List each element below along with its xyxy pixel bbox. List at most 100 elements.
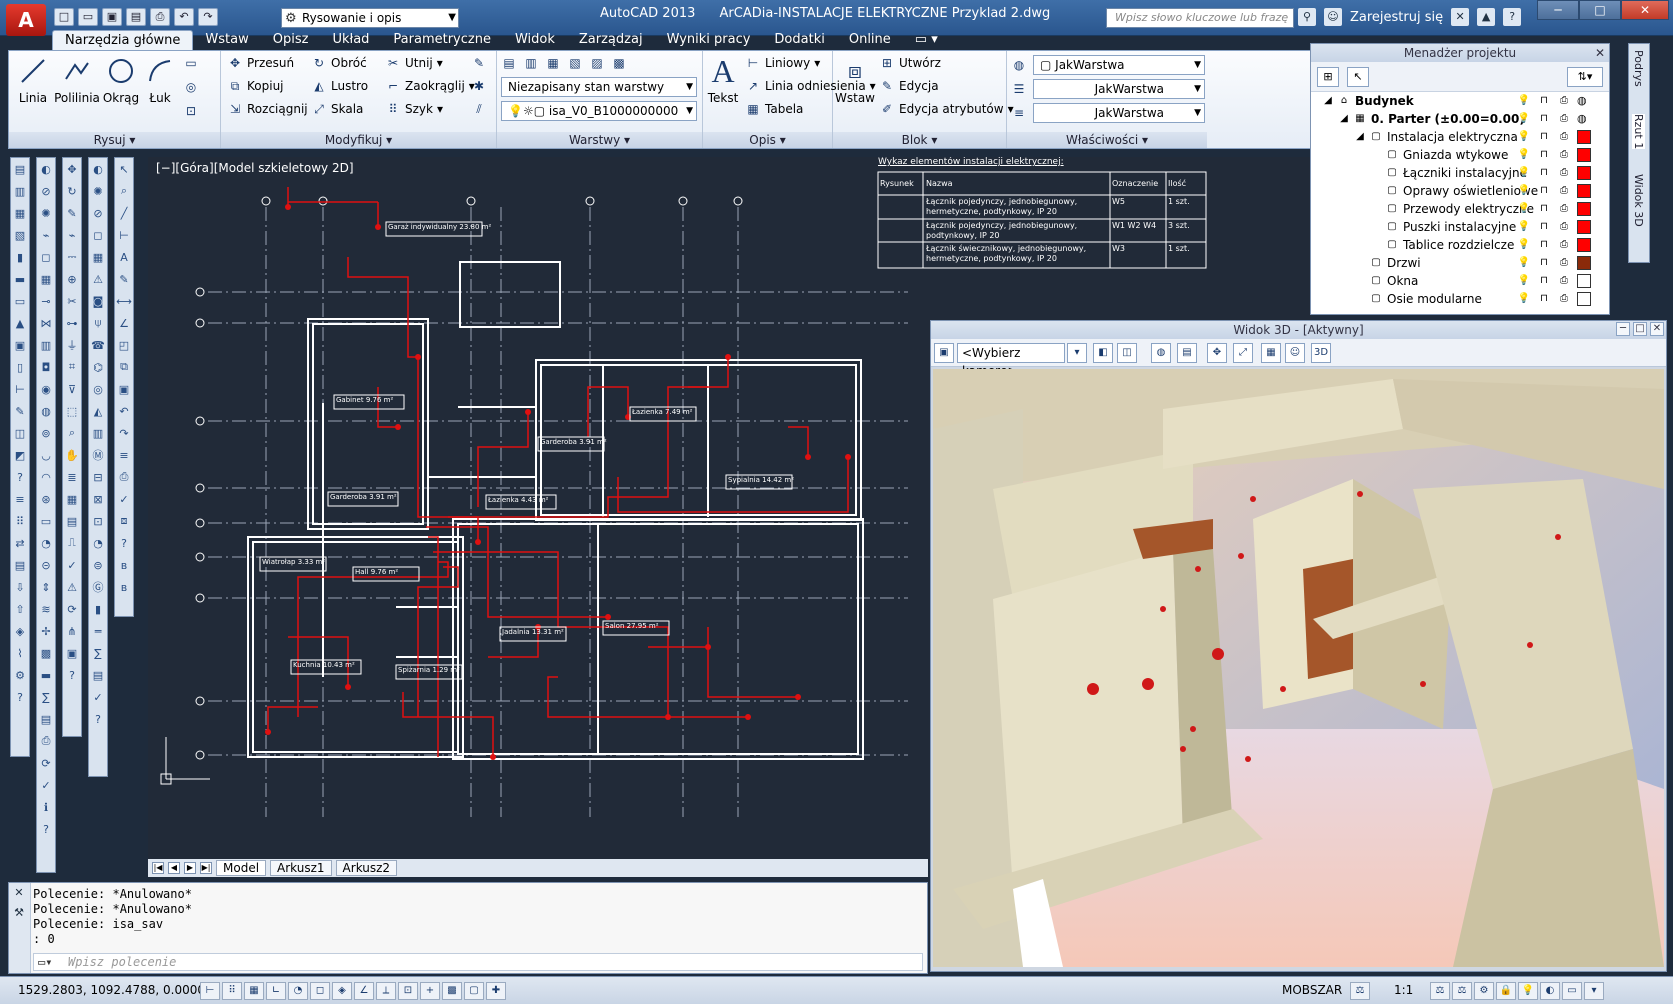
- expand-icon[interactable]: ◢: [1337, 112, 1351, 126]
- tree-item[interactable]: ▢ Tablice rozdzielcze 💡 ⊓ ⎙: [1311, 236, 1609, 254]
- visibility-bulb-icon[interactable]: 💡: [1517, 238, 1531, 252]
- sc-toggle[interactable]: ✚: [486, 982, 506, 1000]
- info-icon[interactable]: ℹ: [37, 796, 55, 818]
- scale-button[interactable]: ⤢ Skala: [311, 101, 363, 117]
- triangle-icon[interactable]: ▲: [1477, 8, 1496, 26]
- render-icon[interactable]: ◈: [11, 620, 29, 642]
- tab-layout[interactable]: Układ: [320, 30, 381, 50]
- drain-icon[interactable]: ⊝: [37, 554, 55, 576]
- layer-states-icon[interactable]: ▥: [523, 55, 539, 71]
- tab-annotate[interactable]: Opisz: [261, 30, 321, 50]
- dim-icon[interactable]: ⊢: [115, 224, 133, 246]
- tree-item[interactable]: ◢ ⌂ Budynek 💡 ⊓ ⎙ ◍: [1311, 92, 1609, 110]
- lock-icon[interactable]: ⊓: [1537, 112, 1551, 126]
- render-icon[interactable]: ▣: [934, 343, 954, 363]
- refresh-icon[interactable]: ⟳: [63, 598, 81, 620]
- radiator-icon[interactable]: ▥: [37, 334, 55, 356]
- tab-online[interactable]: Online: [837, 30, 903, 50]
- warning-icon[interactable]: ⚠: [63, 576, 81, 598]
- save-as-icon[interactable]: ▤: [126, 8, 146, 26]
- ups-icon[interactable]: ▮: [89, 598, 107, 620]
- panel-draw-title[interactable]: Rysuj ▾: [9, 132, 220, 148]
- grid-icon[interactable]: ⠿: [11, 510, 29, 532]
- workspace-gear-icon[interactable]: ⚙: [1474, 982, 1494, 1000]
- snapshot-icon[interactable]: ▦: [1261, 343, 1281, 363]
- lock-icon[interactable]: ⊓: [1537, 184, 1551, 198]
- block-icon[interactable]: ⧈: [115, 510, 133, 532]
- antenna-icon[interactable]: ⍦: [89, 312, 107, 334]
- color-swatch[interactable]: ◍: [1577, 112, 1591, 126]
- visibility-bulb-icon[interactable]: 💡: [1517, 148, 1531, 162]
- lineweight-toggle[interactable]: +: [420, 982, 440, 1000]
- color-swatch[interactable]: [1577, 166, 1591, 180]
- print-icon[interactable]: ⎙: [115, 466, 133, 488]
- paste-icon[interactable]: ▣: [115, 378, 133, 400]
- view-mode-icon[interactable]: ◧: [1093, 343, 1113, 363]
- tree-item[interactable]: ▢ Drzwi 💡 ⊓ ⎙: [1311, 254, 1609, 272]
- motor-icon[interactable]: Ⓜ: [89, 444, 107, 466]
- lineweight-icon-button[interactable]: ≡: [1011, 105, 1027, 121]
- lock-icon[interactable]: ⊓: [1537, 274, 1551, 288]
- layer-state-select[interactable]: Niezapisany stan warstwy ▼: [501, 77, 697, 97]
- layer-previous-icon[interactable]: ▧: [567, 55, 583, 71]
- insert-block-button[interactable]: ⧈ Wstaw: [835, 55, 875, 106]
- tab-view[interactable]: Widok: [503, 30, 567, 50]
- pen-icon[interactable]: ✎: [115, 268, 133, 290]
- snap-toggle[interactable]: ⠿: [222, 982, 242, 1000]
- mirror-button[interactable]: ◭ Lustro: [311, 78, 368, 94]
- layer-icon[interactable]: ≡: [11, 488, 29, 510]
- color-swatch[interactable]: [1577, 238, 1591, 252]
- expand-icon[interactable]: [1369, 166, 1383, 180]
- zoom-icon[interactable]: ⤢: [1233, 343, 1253, 363]
- transparency-toggle[interactable]: ▩: [442, 982, 462, 1000]
- calc-icon[interactable]: ∑: [89, 642, 107, 664]
- tab-sheet1[interactable]: Arkusz1: [270, 860, 332, 876]
- view-options-button[interactable]: ⇅▾: [1567, 67, 1603, 87]
- pan-icon[interactable]: ✋: [63, 444, 81, 466]
- layer-properties-icon[interactable]: ▤: [501, 55, 517, 71]
- maximize-button[interactable]: □: [1633, 322, 1647, 336]
- bulb-icon[interactable]: 💡: [1518, 982, 1538, 1000]
- 3d-icon[interactable]: 3D: [1311, 343, 1331, 363]
- column-icon[interactable]: ▮: [11, 246, 29, 268]
- cable-icon[interactable]: ⌁: [37, 224, 55, 246]
- wall-icon[interactable]: ▤: [11, 158, 29, 180]
- shower-icon[interactable]: ⊛: [37, 488, 55, 510]
- beam-icon[interactable]: ▬: [11, 268, 29, 290]
- copy-icon[interactable]: ⧉: [115, 356, 133, 378]
- cursor-icon[interactable]: ↖: [115, 158, 133, 180]
- network-icon[interactable]: ⌬: [89, 356, 107, 378]
- tree-item[interactable]: ▢ Osie modularne 💡 ⊓ ⎙: [1311, 290, 1609, 308]
- lock-icon[interactable]: ⊓: [1537, 148, 1551, 162]
- minimize-button[interactable]: ─: [1537, 0, 1579, 20]
- layers-icon[interactable]: ≣: [63, 466, 81, 488]
- help-icon[interactable]: ?: [89, 708, 107, 730]
- window-icon[interactable]: ▦: [11, 202, 29, 224]
- select-icon[interactable]: ⬚: [63, 400, 81, 422]
- color-swatch[interactable]: [1577, 184, 1591, 198]
- calc-icon[interactable]: ∑: [37, 686, 55, 708]
- breaker-icon[interactable]: ⊠: [89, 488, 107, 510]
- circuit-icon[interactable]: ⎓: [63, 246, 81, 268]
- camera-dropdown-icon[interactable]: ▾: [1067, 343, 1087, 363]
- side-tab-rzut[interactable]: Rzut 1: [1632, 114, 1645, 150]
- color-swatch[interactable]: [1577, 292, 1591, 306]
- printer-icon[interactable]: ⎙: [1557, 184, 1571, 198]
- visibility-bulb-icon[interactable]: 💡: [1517, 220, 1531, 234]
- explode-button[interactable]: ✱: [471, 78, 487, 94]
- tree-item[interactable]: ▢ Oprawy oświetleniowe 💡 ⊓ ⎙: [1311, 182, 1609, 200]
- expand-icon[interactable]: [1353, 274, 1367, 288]
- polar-toggle[interactable]: ◔: [288, 982, 308, 1000]
- stairs-icon[interactable]: ▧: [11, 224, 29, 246]
- workspace-select[interactable]: ⚙ Rysowanie i opis ▼: [281, 8, 459, 28]
- label-icon[interactable]: ✎: [11, 400, 29, 422]
- user-icon[interactable]: ☺: [1324, 8, 1342, 26]
- layer-icon[interactable]: ≡: [115, 444, 133, 466]
- tree-item[interactable]: ◢ ▢ Instalacja elektryczna 💡 ⊓ ⎙: [1311, 128, 1609, 146]
- redo-icon[interactable]: ↷: [198, 8, 218, 26]
- boiler-icon[interactable]: ◘: [37, 356, 55, 378]
- table-button[interactable]: ▦ Tabela: [745, 101, 803, 117]
- lineweight-select[interactable]: JakWarstwa ▼: [1033, 103, 1205, 123]
- expand-icon[interactable]: [1369, 184, 1383, 198]
- tree-item[interactable]: ◢ ▦ 0. Parter (±0.00=0.00) 💡 ⊓ ⎙ ◍: [1311, 110, 1609, 128]
